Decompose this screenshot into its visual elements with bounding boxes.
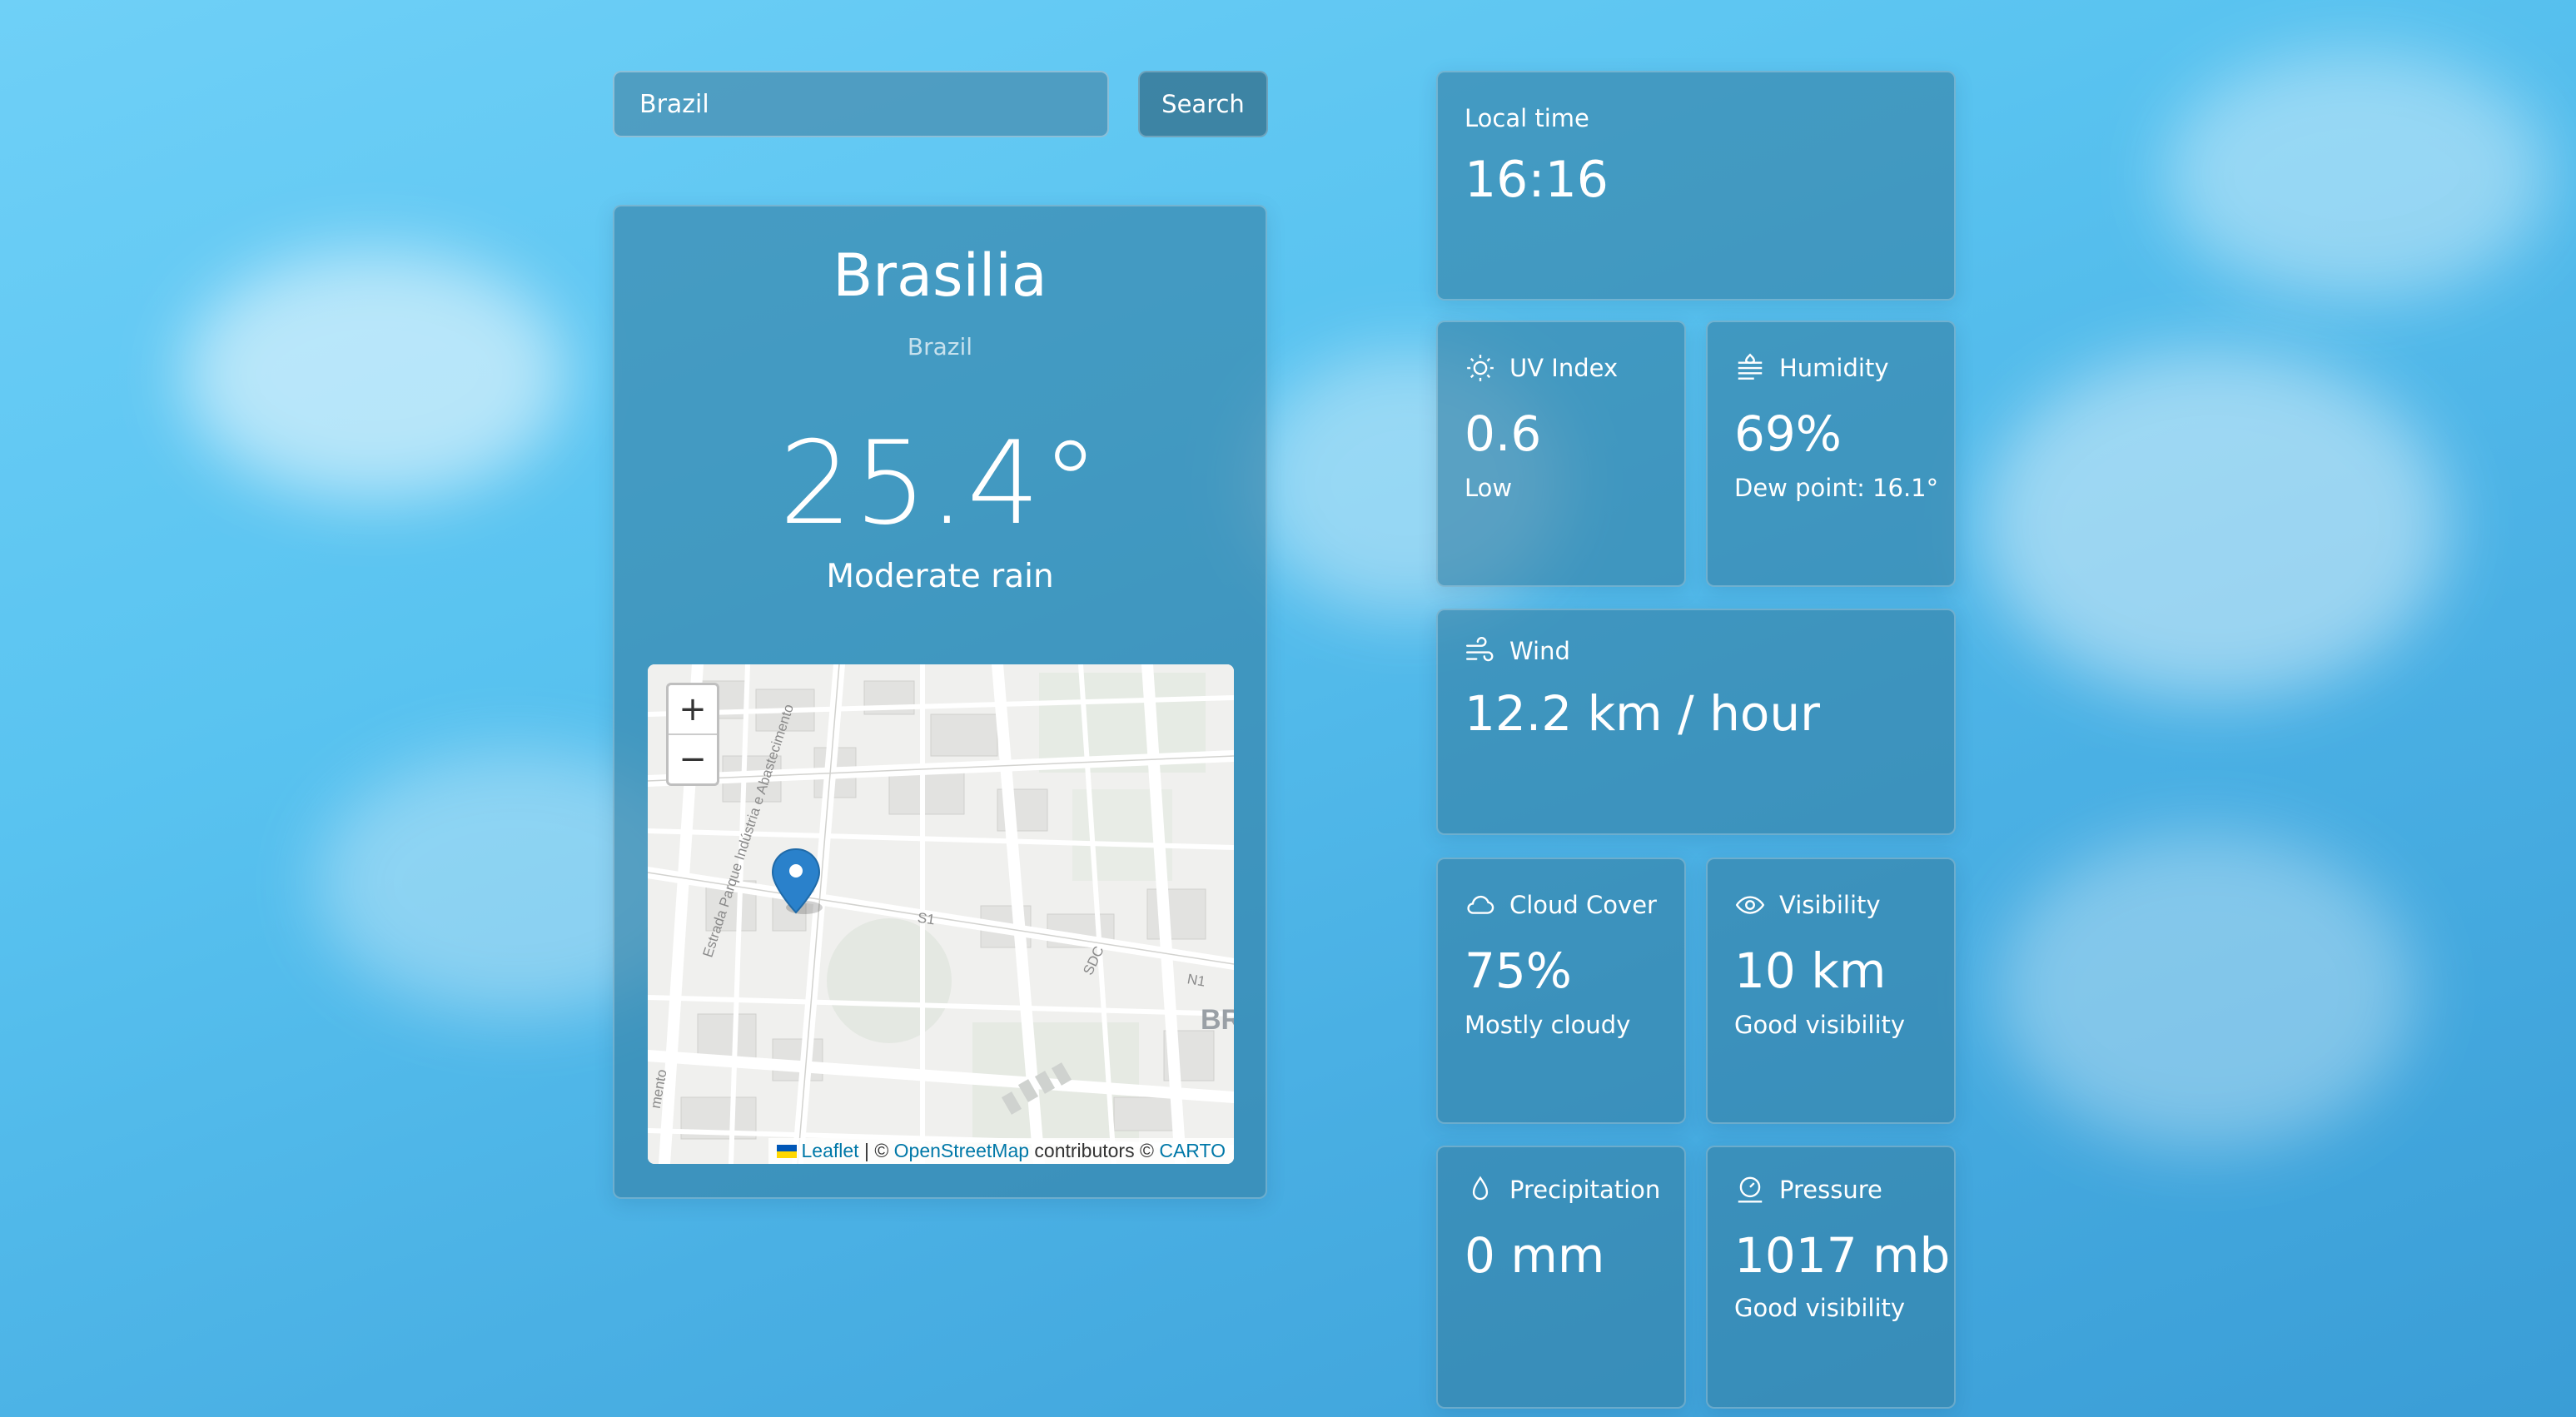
cloud-cover-value: 75% <box>1465 942 1572 999</box>
uv-index-label: UV Index <box>1509 354 1619 382</box>
humidity-card: Humidity 69% Dew point: 16.1° <box>1706 321 1956 587</box>
dew-point: Dew point: 16.1° <box>1734 474 1939 502</box>
humidity-value: 69% <box>1734 405 1842 462</box>
precipitation-card: Precipitation 0 mm <box>1436 1146 1686 1409</box>
street-label: N1 <box>1186 971 1207 990</box>
visibility-description: Good visibility <box>1734 1011 1906 1039</box>
visibility-value: 10 km <box>1734 942 1887 999</box>
carto-link[interactable]: CARTO <box>1159 1140 1226 1161</box>
cloud-cover-description: Mostly cloudy <box>1465 1011 1631 1039</box>
street-label: BR <box>1201 1004 1234 1036</box>
current-weather-card: Brasilia Brazil 25.4° Moderate rain Estr… <box>613 205 1267 1199</box>
country-name: Brazil <box>907 333 973 360</box>
current-temperature: 25.4° <box>778 416 1102 550</box>
street-label: mento <box>648 1067 670 1110</box>
local-time-value: 16:16 <box>1465 151 1609 209</box>
uv-index-value: 0.6 <box>1465 405 1542 462</box>
uv-index-description: Low <box>1465 474 1513 502</box>
humidity-label: Humidity <box>1779 354 1889 382</box>
precipitation-label: Precipitation <box>1509 1176 1661 1204</box>
zoom-in-button[interactable]: + <box>669 685 717 735</box>
eye-icon <box>1735 896 1765 914</box>
background-cloud <box>1982 350 2448 699</box>
cloud-cover-label: Cloud Cover <box>1509 891 1657 919</box>
background-cloud <box>2165 50 2548 300</box>
visibility-card: Visibility 10 km Good visibility <box>1706 858 1956 1124</box>
location-map[interactable]: Estrada Parque Indústria e Abastecimento… <box>648 664 1234 1164</box>
zoom-controls: + − <box>666 683 719 786</box>
search-input[interactable] <box>613 71 1109 137</box>
map-attribution: Leaflet | © OpenStreetMap contributors ©… <box>768 1138 1234 1164</box>
pressure-card: Pressure 1017 mb Good visibility <box>1706 1146 1956 1409</box>
background-cloud <box>183 250 566 500</box>
uv-index-card: UV Index 0.6 Low <box>1436 321 1686 587</box>
pressure-description: Good visibility <box>1734 1294 1906 1322</box>
cloud-icon <box>1467 895 1494 914</box>
wind-label: Wind <box>1509 637 1570 665</box>
droplet-icon <box>1472 1176 1489 1201</box>
sun-icon <box>1467 355 1494 381</box>
wind-icon <box>1465 637 1494 662</box>
gauge-icon <box>1738 1176 1763 1203</box>
attribution-text: contributors © <box>1029 1140 1160 1161</box>
map-street-labels: Estrada Parque Indústria e Abastecimento… <box>648 664 1234 1164</box>
pressure-label: Pressure <box>1779 1176 1882 1204</box>
background-cloud <box>1998 833 2414 1149</box>
weather-condition: Moderate rain <box>826 558 1054 595</box>
local-time-label: Local time <box>1465 104 1589 132</box>
search-button[interactable]: Search <box>1138 71 1268 137</box>
leaflet-link[interactable]: Leaflet <box>802 1140 859 1161</box>
street-label: SDC <box>1080 943 1107 978</box>
city-name: Brasilia <box>833 241 1047 310</box>
street-label: S1 <box>916 909 937 928</box>
ukraine-flag-icon <box>776 1145 797 1158</box>
precipitation-value: 0 mm <box>1465 1227 1605 1284</box>
humidity-icon <box>1738 353 1763 380</box>
pressure-value: 1017 mb <box>1734 1227 1951 1284</box>
attribution-separator: | © <box>858 1140 894 1161</box>
openstreetmap-link[interactable]: OpenStreetMap <box>894 1140 1029 1161</box>
visibility-label: Visibility <box>1779 891 1881 919</box>
wind-value: 12.2 km / hour <box>1465 685 1820 742</box>
zoom-out-button[interactable]: − <box>669 735 717 783</box>
wind-card: Wind 12.2 km / hour <box>1436 609 1956 835</box>
local-time-card: Local time 16:16 <box>1436 71 1956 301</box>
cloud-cover-card: Cloud Cover 75% Mostly cloudy <box>1436 858 1686 1124</box>
